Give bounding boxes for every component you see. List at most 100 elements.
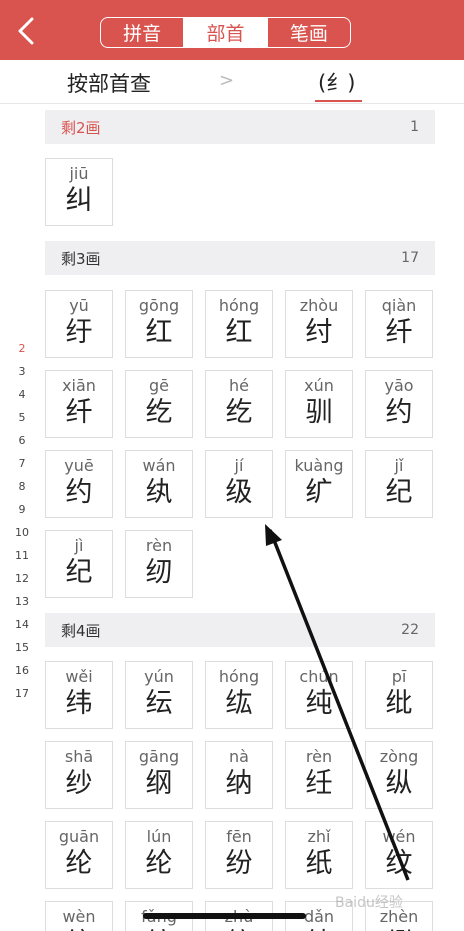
index-item-5[interactable]: 5 (10, 406, 34, 429)
hanzi-glyph: 纹 (66, 927, 93, 931)
breadcrumb-current-radical[interactable]: (纟) (318, 67, 355, 97)
tab-radical[interactable]: 部首 (183, 18, 267, 47)
pinyin-label: qiàn (381, 296, 417, 315)
hanzi-glyph: 纵 (385, 768, 413, 799)
character-cell[interactable]: jì 纪 (45, 530, 113, 598)
pinyin-label: kuàng (294, 456, 344, 475)
pinyin-label: gōng (138, 296, 180, 315)
character-cell[interactable]: qiàn 纤 (365, 290, 433, 358)
character-cell[interactable]: gē 纥 (125, 370, 193, 438)
hanzi-glyph: 约 (65, 477, 93, 508)
section-count: 22 (401, 622, 419, 638)
index-item-10[interactable]: 10 (10, 521, 34, 544)
index-item-12[interactable]: 12 (10, 567, 34, 590)
hanzi-glyph: 级 (225, 477, 253, 508)
pinyin-label: jí (234, 456, 244, 475)
character-cell[interactable]: hé 纥 (205, 370, 273, 438)
index-item-17[interactable]: 17 (10, 682, 34, 705)
tab-pinyin[interactable]: 拼音 (101, 18, 183, 47)
character-cell[interactable]: jí 级 (205, 450, 273, 518)
character-cell[interactable]: yū 纡 (45, 290, 113, 358)
index-item-9[interactable]: 9 (10, 498, 34, 521)
character-cell[interactable]: hóng 红 (205, 290, 273, 358)
character-cell[interactable]: nà 纳 (205, 741, 273, 809)
hanzi-glyph: 纠 (65, 185, 93, 216)
character-cell[interactable]: fēn 纷 (205, 821, 273, 889)
section-label: 剩4画 (61, 621, 101, 640)
character-cell[interactable]: hóng 纮 (205, 661, 273, 729)
top-app-bar: 拼音 部首 笔画 (0, 0, 464, 60)
home-indicator[interactable] (143, 913, 306, 919)
character-cell[interactable]: zòng 纵 (365, 741, 433, 809)
back-button[interactable] (12, 14, 42, 48)
section-label: 剩2画 (61, 118, 101, 137)
character-cell[interactable]: shā 纱 (45, 741, 113, 809)
hanzi-glyph: 纣 (305, 317, 333, 348)
pinyin-label: nà (229, 747, 249, 766)
character-cell[interactable]: wěi 纬 (45, 661, 113, 729)
stroke-count-index: 2 3 4 5 6 7 8 9 10 11 12 13 14 15 16 17 (10, 337, 34, 705)
lookup-mode-tabs: 拼音 部首 笔画 (100, 17, 351, 48)
pinyin-label: fēn (226, 827, 252, 846)
character-cell[interactable]: wèn纹 (45, 901, 113, 931)
character-cell[interactable]: zhòu 纣 (285, 290, 353, 358)
character-cell[interactable]: kuàng 纩 (285, 450, 353, 518)
character-cell[interactable]: jiū 纠 (45, 158, 113, 226)
pinyin-label: rèn (305, 747, 333, 766)
section-header: 剩2画 1 (45, 110, 435, 144)
character-cell[interactable]: xiān 纤 (45, 370, 113, 438)
hanzi-glyph: 纷 (225, 848, 253, 879)
index-item-14[interactable]: 14 (10, 613, 34, 636)
index-item-6[interactable]: 6 (10, 429, 34, 452)
character-cell[interactable]: pī 纰 (365, 661, 433, 729)
page: { "header": { "back_icon": "chevron-left… (0, 0, 464, 931)
index-item-2[interactable]: 2 (10, 337, 34, 360)
pinyin-label: wěi (65, 667, 93, 686)
pinyin-label: gāng (138, 747, 180, 766)
index-item-4[interactable]: 4 (10, 383, 34, 406)
character-cell[interactable]: gāng 纲 (125, 741, 193, 809)
section-count: 17 (401, 250, 419, 266)
character-cell[interactable]: jǐ 纪 (365, 450, 433, 518)
pinyin-label: pī (391, 667, 407, 686)
pinyin-label: hóng (218, 667, 260, 686)
hanzi-glyph: 纤 (65, 397, 93, 428)
pinyin-label: zhǐ (307, 827, 331, 846)
character-cell[interactable]: guān 纶 (45, 821, 113, 889)
pinyin-label: hé (229, 376, 249, 395)
character-cell[interactable]: rèn 纫 (125, 530, 193, 598)
breadcrumb-root[interactable]: 按部首查 (67, 68, 151, 98)
tab-strokes[interactable]: 笔画 (266, 18, 350, 47)
active-underline (315, 100, 362, 102)
character-cell[interactable]: lún 纶 (125, 821, 193, 889)
index-item-7[interactable]: 7 (10, 452, 34, 475)
index-item-11[interactable]: 11 (10, 544, 34, 567)
hanzi-glyph: 约 (385, 397, 413, 428)
hanzi-glyph: 纲 (145, 768, 173, 799)
index-item-13[interactable]: 13 (10, 590, 34, 613)
hanzi-glyph: 纶 (145, 848, 173, 879)
pinyin-label: chún (299, 667, 339, 686)
character-cell[interactable]: rèn 纴 (285, 741, 353, 809)
character-cell[interactable]: gōng 红 (125, 290, 193, 358)
character-cell[interactable]: yún 纭 (125, 661, 193, 729)
hanzi-glyph: 纯 (305, 688, 333, 719)
pinyin-label: gē (149, 376, 169, 395)
character-cell[interactable]: xún 驯 (285, 370, 353, 438)
index-item-3[interactable]: 3 (10, 360, 34, 383)
character-cell[interactable]: yāo 约 (365, 370, 433, 438)
pinyin-label: xiān (62, 376, 96, 395)
character-cell[interactable]: zhǐ 纸 (285, 821, 353, 889)
character-cell[interactable]: chún 纯 (285, 661, 353, 729)
hanzi-glyph: 纺 (146, 927, 173, 931)
hanzi-glyph: 纬 (65, 688, 93, 719)
index-item-15[interactable]: 15 (10, 636, 34, 659)
index-item-8[interactable]: 8 (10, 475, 34, 498)
character-cell[interactable]: wán 纨 (125, 450, 193, 518)
index-item-16[interactable]: 16 (10, 659, 34, 682)
character-cell[interactable]: wén 纹 (365, 821, 433, 889)
hanzi-glyph: 纨 (145, 477, 173, 508)
character-cell[interactable]: yuē 约 (45, 450, 113, 518)
pinyin-label: xún (304, 376, 334, 395)
hanzi-glyph: 纫 (145, 557, 173, 588)
